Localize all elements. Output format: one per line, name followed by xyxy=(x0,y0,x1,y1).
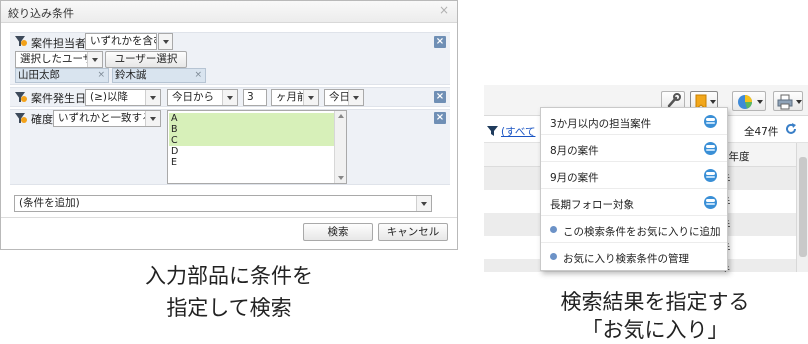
scroll-up-icon[interactable] xyxy=(335,111,346,121)
caption-left-line1: 入力部品に条件を xyxy=(145,264,313,288)
list-item[interactable]: E xyxy=(169,157,334,168)
shared-icon xyxy=(704,142,717,155)
chevron-down-icon xyxy=(796,100,802,104)
add-favorite-label: この検索条件をお気に入りに追加 xyxy=(563,226,721,238)
chevron-down-icon xyxy=(757,100,763,104)
cancel-button[interactable]: キャンセル xyxy=(378,223,448,241)
listbox-scrollbar[interactable] xyxy=(334,111,346,183)
favorite-item[interactable]: 3か月以内の担当案件 xyxy=(541,108,727,135)
add-favorite-item[interactable]: この検索条件をお気に入りに追加 xyxy=(541,216,727,243)
assignee-operator-dropdown[interactable] xyxy=(158,33,173,50)
chevron-down-icon xyxy=(416,196,431,211)
remove-condition-icon[interactable]: × xyxy=(434,36,446,48)
caption-right-line2: 「お気に入り」 xyxy=(581,318,729,342)
chevron-down-icon xyxy=(710,100,716,104)
date-amount-input[interactable]: 3 xyxy=(243,89,267,106)
divider xyxy=(1,217,457,218)
favorites-menu: 3か月以内の担当案件 8月の案件 9月の案件 長期フォロー対象 この検索条件をお… xyxy=(540,107,728,271)
favorite-item[interactable]: 9月の案件 xyxy=(541,162,727,189)
add-condition-select[interactable]: (条件を追加) xyxy=(14,195,432,212)
list-item[interactable]: D xyxy=(169,146,334,157)
dialog-title: 絞り込み条件 xyxy=(8,7,74,20)
list-item[interactable]: B xyxy=(169,124,334,135)
manage-favorites-item[interactable]: お気に入り検索条件の管理 xyxy=(541,243,727,270)
user-select-button[interactable]: ユーザー選択 xyxy=(105,51,187,68)
chart-button[interactable] xyxy=(732,91,766,111)
today-select[interactable]: 今日 xyxy=(324,89,364,106)
favorite-item[interactable]: 長期フォロー対象 xyxy=(541,189,727,216)
favorite-item-label: 長期フォロー対象 xyxy=(550,199,634,211)
tag-remove-icon[interactable]: × xyxy=(97,69,105,82)
result-count: 全47件 xyxy=(744,126,779,138)
pie-chart-icon xyxy=(738,95,752,109)
user-tag: 山田太郎 × xyxy=(15,68,109,83)
filter-icon xyxy=(15,35,27,47)
bullet-icon xyxy=(550,253,557,260)
print-button[interactable] xyxy=(773,91,803,111)
table-scrollbar[interactable] xyxy=(796,143,808,272)
favorite-item-label: 3か月以内の担当案件 xyxy=(550,118,652,130)
filter-icon xyxy=(487,126,498,136)
search-button[interactable]: 検索 xyxy=(303,223,373,241)
chevron-down-icon xyxy=(145,90,160,105)
filter-icon xyxy=(15,91,27,103)
chevron-down-icon xyxy=(87,52,102,67)
favorite-item-label: 8月の案件 xyxy=(550,145,599,157)
favorite-item[interactable]: 8月の案件 xyxy=(541,135,727,162)
filter-icon xyxy=(15,112,27,124)
filter-dialog: 絞り込み条件 × 案件担当者 いずれかを含む 選択したユーザー ユーザー選択 山… xyxy=(0,0,458,250)
remove-condition-icon[interactable]: × xyxy=(434,91,446,103)
bullet-icon xyxy=(550,226,557,233)
list-item[interactable]: A xyxy=(169,113,334,124)
user-type-select[interactable]: 選択したユーザー xyxy=(15,51,103,68)
user-tag: 鈴木誠 × xyxy=(112,68,206,83)
scroll-down-icon[interactable] xyxy=(335,173,346,183)
list-item[interactable]: C xyxy=(169,135,334,146)
shared-icon xyxy=(704,169,717,182)
filter-link[interactable]: (すべて xyxy=(501,124,535,139)
dialog-titlebar: 絞り込み条件 × xyxy=(1,1,457,23)
caption-left-line2: 指定して検索 xyxy=(166,296,292,320)
chevron-down-icon xyxy=(145,111,160,126)
certainty-listbox[interactable]: A B C D E xyxy=(167,110,347,184)
date-label: 案件発生日 xyxy=(31,92,86,105)
date-unit-select[interactable]: ヶ月前 xyxy=(271,89,319,106)
remove-condition-icon[interactable]: × xyxy=(434,112,446,124)
certainty-operator-select[interactable]: いずれかと一致する xyxy=(53,110,161,127)
shared-icon xyxy=(704,196,717,209)
dialog-close-icon[interactable]: × xyxy=(439,3,449,17)
tag-remove-icon[interactable]: × xyxy=(194,69,202,82)
printer-icon xyxy=(777,94,793,110)
manage-favorites-label: お気に入り検索条件の管理 xyxy=(563,253,689,265)
date-base-select[interactable]: 今日から xyxy=(167,89,238,106)
chevron-down-icon xyxy=(222,90,237,105)
caption-right-line1: 検索結果を指定する xyxy=(560,290,750,314)
refresh-icon[interactable] xyxy=(784,122,798,136)
shared-icon xyxy=(704,115,717,128)
chevron-down-icon xyxy=(303,90,318,105)
favorite-item-label: 9月の案件 xyxy=(550,172,599,184)
chevron-down-icon xyxy=(348,90,363,105)
certainty-label: 確度 xyxy=(31,113,53,126)
assignee-label: 案件担当者 xyxy=(31,37,86,50)
assignee-operator-select[interactable]: いずれかを含む xyxy=(85,33,157,50)
date-operator-select[interactable]: (≥)以降 xyxy=(85,89,161,106)
scrollbar-thumb[interactable] xyxy=(799,157,807,257)
